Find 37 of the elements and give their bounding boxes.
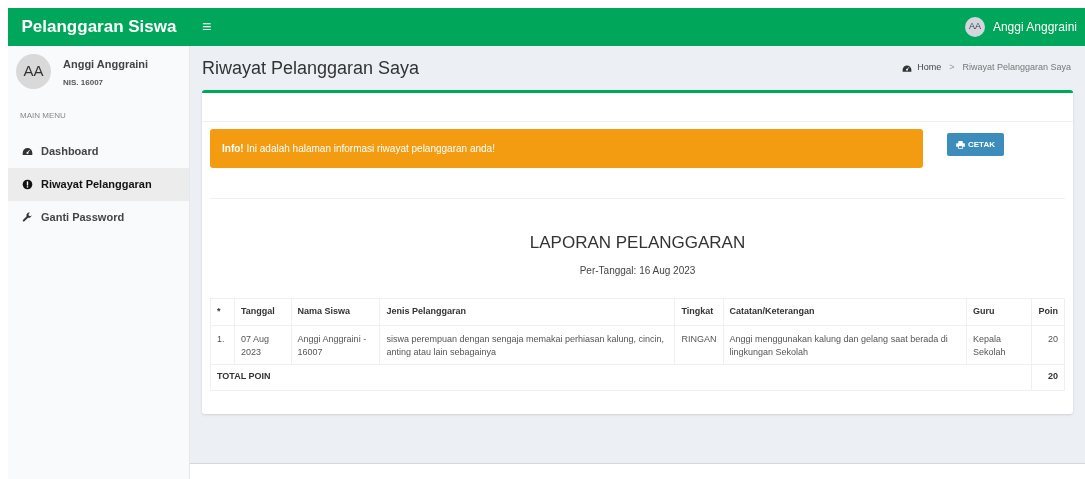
table-cell: Anggi Anggraini - 16007 bbox=[291, 325, 380, 364]
user-nis: NIS. 16007 bbox=[63, 76, 105, 89]
print-button[interactable]: CETAK bbox=[947, 133, 1004, 156]
page-title: Riwayat Pelanggaran Saya bbox=[202, 56, 420, 80]
table-cell: RINGAN bbox=[675, 325, 723, 364]
total-value: 20 bbox=[1031, 364, 1065, 390]
printer-icon bbox=[956, 140, 965, 149]
dashboard-icon bbox=[902, 63, 913, 73]
breadcrumb-item[interactable]: Home bbox=[917, 61, 942, 75]
table-cell: 1. bbox=[210, 325, 235, 364]
user-name: Anggi Anggraini bbox=[63, 57, 149, 72]
column-header: Guru bbox=[966, 298, 1032, 325]
column-header: Tanggal bbox=[234, 298, 292, 325]
column-header: Nama Siswa bbox=[291, 298, 380, 325]
table-cell: siswa perempuan dengan sengaja memakai perhiasan kalung, cincin, anting atau lain sebagainya bbox=[379, 325, 675, 364]
column-header: * bbox=[210, 298, 235, 325]
column-header: Poin bbox=[1031, 298, 1065, 325]
dashboard-icon bbox=[22, 146, 33, 157]
alert-message: Info! Ini adalah halaman informasi riwayat pelanggaran anda! bbox=[222, 142, 495, 156]
exclamation-circle-icon bbox=[22, 179, 33, 190]
user-avatar: AA bbox=[16, 54, 51, 89]
table-cell: Kepala Sekolah bbox=[966, 325, 1032, 364]
report-title: LAPORAN PELANGGARAN bbox=[529, 232, 746, 254]
breadcrumb-item: Riwayat Pelanggaran Saya bbox=[962, 61, 1071, 75]
wrench-icon bbox=[22, 212, 33, 223]
table-cell: Anggi menggunakan kalung dan gelang saat berada di lingkungan Sekolah bbox=[723, 325, 967, 364]
column-header: Tingkat bbox=[675, 298, 723, 325]
breadcrumb-separator: > bbox=[949, 61, 955, 75]
sidebar-item[interactable]: Riwayat Pelanggaran bbox=[8, 168, 189, 201]
column-header: Catatan/Keterangan bbox=[723, 298, 967, 325]
column-header: Jenis Pelanggaran bbox=[379, 298, 675, 325]
user-avatar[interactable]: AA bbox=[964, 17, 985, 37]
total-label: TOTAL POIN bbox=[210, 364, 1032, 390]
table-cell: 20 bbox=[1031, 325, 1065, 364]
report-date: Per-Tanggal: 16 Aug 2023 bbox=[579, 263, 696, 278]
table-cell: 07 Aug 2023 bbox=[234, 325, 292, 364]
menu-section-label: MAIN MENU bbox=[20, 111, 66, 120]
